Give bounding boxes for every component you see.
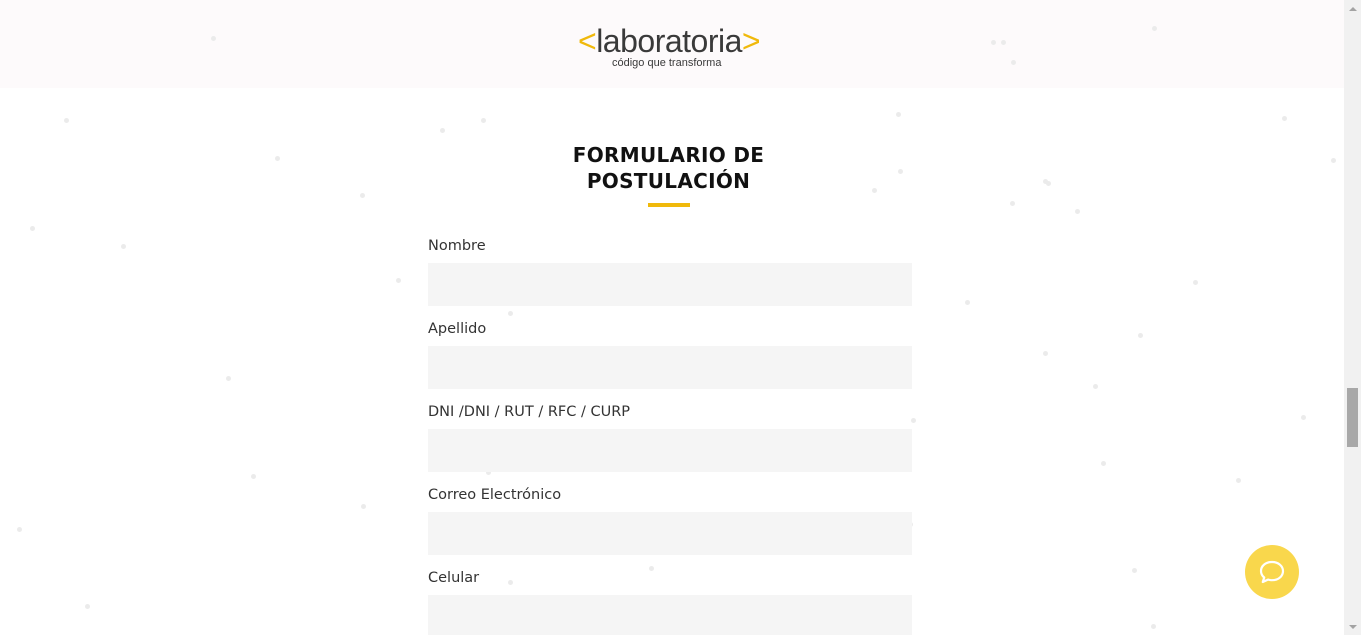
decorative-dot — [1043, 351, 1048, 356]
dni-label: DNI /DNI / RUT / RFC / CURP — [428, 404, 631, 420]
decorative-dot — [649, 566, 654, 571]
chat-bubble-icon — [1257, 557, 1287, 587]
decorative-dot — [396, 278, 401, 283]
decorative-dot — [1075, 209, 1080, 214]
decorative-dot — [896, 112, 901, 117]
nombre-label: Nombre — [428, 238, 486, 254]
title-underline — [648, 203, 690, 207]
arrow-up-icon[interactable] — [1344, 0, 1361, 17]
page: <laboratoria> código que transforma FORM… — [0, 0, 1344, 635]
site-header: <laboratoria> código que transforma — [0, 0, 1344, 88]
decorative-dot — [1236, 478, 1241, 483]
decorative-dot — [440, 128, 445, 133]
decorative-dot — [1010, 201, 1015, 206]
decorative-dot — [1301, 415, 1306, 420]
email-input[interactable] — [428, 512, 912, 555]
logo-wordmark: <laboratoria> — [578, 22, 761, 60]
decorative-dot — [1093, 384, 1098, 389]
vertical-scrollbar[interactable] — [1344, 0, 1361, 635]
decorative-dot — [121, 244, 126, 249]
decorative-dot — [1282, 116, 1287, 121]
decorative-dot — [17, 527, 22, 532]
decorative-dot — [508, 580, 513, 585]
decorative-dot — [1132, 568, 1137, 573]
decorative-dot — [64, 118, 69, 123]
decorative-dot — [211, 36, 216, 41]
apellido-label: Apellido — [428, 321, 487, 337]
laboratoria-logo[interactable]: <laboratoria> código que transforma — [578, 22, 762, 72]
decorative-dot — [226, 376, 231, 381]
decorative-dot — [30, 226, 35, 231]
apellido-input[interactable] — [428, 346, 912, 389]
decorative-dot — [898, 169, 903, 174]
logo-bracket-close: > — [741, 23, 761, 59]
celular-label: Celular — [428, 570, 480, 586]
decorative-dot — [481, 118, 486, 123]
decorative-dot — [360, 193, 365, 198]
nombre-input[interactable] — [428, 263, 912, 306]
decorative-dot — [1151, 624, 1156, 629]
form-title-line-2: POSTULACIÓN — [586, 169, 751, 193]
scrollbar-thumb[interactable] — [1347, 388, 1358, 447]
dni-input[interactable] — [428, 429, 912, 472]
decorative-dot — [1331, 158, 1336, 163]
decorative-dot — [85, 604, 90, 609]
decorative-dot — [1193, 280, 1198, 285]
decorative-dot — [1152, 26, 1157, 31]
form-title: FORMULARIO DE POSTULACIÓN — [540, 142, 797, 194]
celular-input[interactable] — [428, 595, 912, 635]
decorative-dot — [275, 156, 280, 161]
decorative-dot — [508, 311, 513, 316]
decorative-dot — [991, 40, 996, 45]
decorative-dot — [251, 474, 256, 479]
arrow-down-icon[interactable] — [1344, 618, 1361, 635]
decorative-dot — [965, 300, 970, 305]
email-label: Correo Electrónico — [428, 487, 562, 503]
decorative-dot — [1138, 333, 1143, 338]
decorative-dot — [361, 504, 366, 509]
decorative-dot — [872, 188, 877, 193]
logo-bracket-open: < — [578, 23, 597, 59]
decorative-dot — [1001, 40, 1006, 45]
form-title-line-1: FORMULARIO DE — [572, 143, 765, 167]
decorative-dot — [1101, 461, 1106, 466]
logo-name: laboratoria — [596, 23, 742, 59]
decorative-dot — [1046, 181, 1051, 186]
chat-button[interactable] — [1245, 545, 1299, 599]
logo-tagline: código que transforma — [612, 57, 722, 69]
decorative-dot — [911, 418, 916, 423]
decorative-dot — [1011, 60, 1016, 65]
